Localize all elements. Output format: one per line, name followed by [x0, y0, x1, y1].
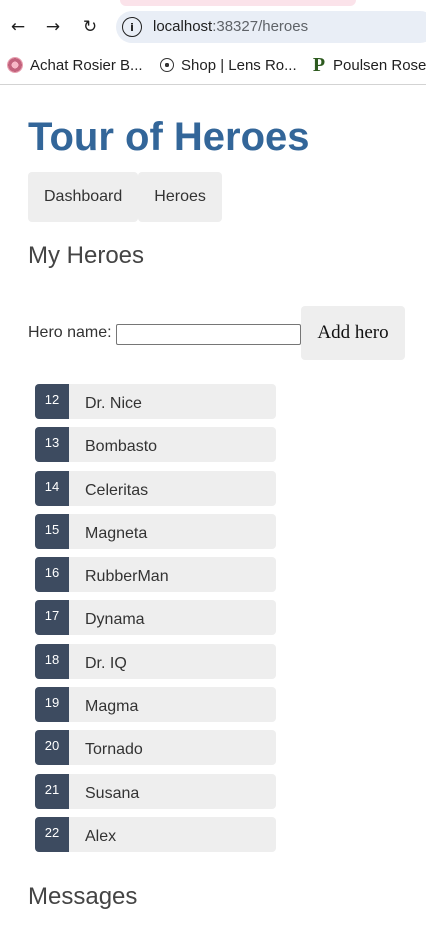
- browser-chrome: ← → ↻ i localhost:38327/heroes Achat Ros…: [0, 0, 426, 85]
- info-icon[interactable]: i: [122, 17, 142, 37]
- hero-list-item[interactable]: 16 RubberMan: [35, 557, 276, 593]
- hero-id-badge: 12: [35, 384, 69, 419]
- bookmark-label: Shop | Lens Ro...: [181, 56, 297, 74]
- reload-icon[interactable]: ↻: [77, 14, 103, 40]
- hero-list-item[interactable]: 21 Susana: [35, 773, 276, 809]
- hero-name: Dr. IQ: [85, 654, 127, 672]
- hero-list-item[interactable]: 18 Dr. IQ: [35, 643, 276, 679]
- hero-id-badge: 16: [35, 557, 69, 593]
- hero-id-badge: 17: [35, 600, 69, 636]
- page-title: My Heroes: [28, 242, 145, 269]
- messages-heading: Messages: [28, 883, 138, 910]
- hero-list: 12 Dr. Nice 13 Bombasto 14 Celeritas 15 Magneta…: [35, 384, 276, 860]
- bookmark-poulsen-rose[interactable]: P Poulsen Rose: [312, 54, 426, 76]
- hero-id-badge: 13: [35, 427, 69, 463]
- chrome-divider: [0, 84, 426, 85]
- hero-name: RubberMan: [85, 568, 169, 586]
- hero-name: Magma: [85, 698, 139, 716]
- hero-id-badge: 20: [35, 730, 69, 766]
- bookmarks-bar: Achat Rosier B... Shop | Lens Ro... P Po…: [0, 50, 426, 78]
- hero-list-item[interactable]: 15 Magneta: [35, 513, 276, 549]
- hero-list-item[interactable]: 13 Bombasto: [35, 427, 276, 463]
- arrow-left-icon[interactable]: ←: [5, 14, 31, 40]
- main-nav: Dashboard Heroes: [28, 172, 222, 222]
- address-bar[interactable]: i localhost:38327/heroes: [116, 11, 426, 43]
- hero-name: Tornado: [85, 741, 143, 759]
- hero-name: Alex: [85, 827, 117, 845]
- rose-icon: [7, 57, 23, 73]
- hero-name: Celeritas: [85, 481, 149, 499]
- add-hero-button[interactable]: Add hero: [301, 306, 405, 360]
- hero-id-badge: 19: [35, 687, 69, 723]
- bookmark-label: Poulsen Rose: [333, 56, 426, 74]
- hero-list-item[interactable]: 20 Tornado: [35, 730, 276, 766]
- hero-id-badge: 14: [35, 470, 69, 506]
- hero-list-item[interactable]: 19 Magma: [35, 687, 276, 723]
- bookmark-lens-roses[interactable]: Shop | Lens Ro...: [160, 54, 297, 76]
- hero-name: Susana: [85, 784, 140, 802]
- hero-list-item[interactable]: 12 Dr. Nice: [35, 384, 276, 419]
- hero-name: Dr. Nice: [85, 395, 142, 412]
- add-hero-form: Hero name: Add hero: [28, 306, 408, 360]
- arrow-right-icon[interactable]: →: [40, 14, 66, 40]
- hero-id-badge: 15: [35, 513, 69, 549]
- url-host: localhost: [153, 18, 213, 35]
- app-title: Tour of Heroes: [28, 115, 310, 159]
- hero-name: Bombasto: [85, 438, 158, 456]
- p-logo-icon: P: [312, 53, 326, 76]
- url-path: :38327/heroes: [212, 18, 309, 35]
- lens-icon: [160, 58, 174, 72]
- hero-id-badge: 21: [35, 773, 69, 809]
- hero-name-label: Hero name:: [28, 324, 112, 341]
- hero-id-badge: 18: [35, 643, 69, 679]
- hero-name: Dynama: [85, 611, 145, 629]
- hero-list-item[interactable]: 17 Dynama: [35, 600, 276, 636]
- url-text[interactable]: localhost:38327/heroes: [153, 18, 308, 35]
- nav-heroes-link[interactable]: Heroes: [138, 172, 222, 222]
- browser-toolbar: ← → ↻ i localhost:38327/heroes: [0, 8, 426, 46]
- active-tab-edge: [120, 0, 356, 6]
- hero-id-badge: 22: [35, 816, 69, 852]
- bookmark-achat-rosier[interactable]: Achat Rosier B...: [7, 54, 143, 76]
- hero-name: Magneta: [85, 524, 148, 542]
- hero-list-item[interactable]: 14 Celeritas: [35, 470, 276, 506]
- hero-list-item[interactable]: 22 Alex: [35, 816, 276, 852]
- bookmark-label: Achat Rosier B...: [30, 56, 143, 74]
- hero-name-input[interactable]: [116, 324, 301, 345]
- nav-dashboard-link[interactable]: Dashboard: [28, 172, 139, 222]
